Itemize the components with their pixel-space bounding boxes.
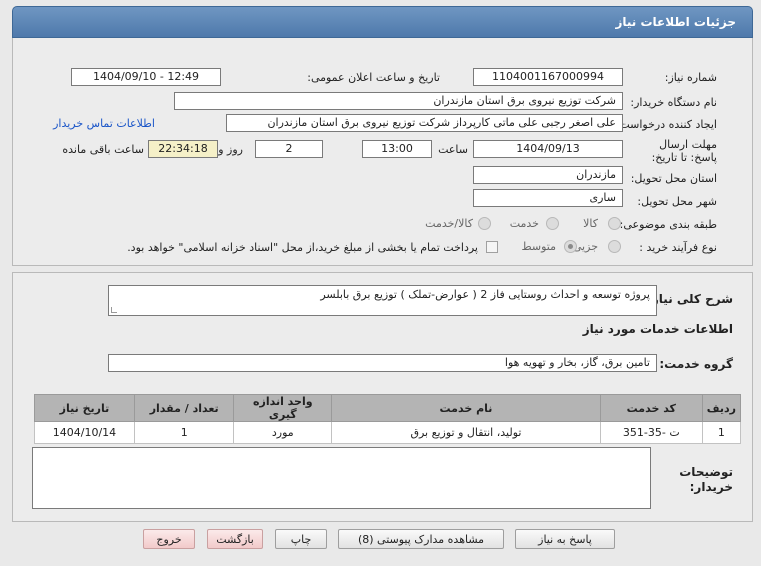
reply-button[interactable]: پاسخ به نیاز: [515, 529, 615, 549]
service-group-field[interactable]: تامین برق، گاز، بخار و تهویه هوا: [108, 354, 657, 372]
need-number-label: شماره نیاز:: [664, 71, 717, 84]
category-radio-goods-service[interactable]: [478, 217, 491, 230]
description-textarea[interactable]: پروژه توسعه و احداث روستایی فاز 2 ( عوار…: [108, 285, 657, 316]
buyer-contact-link[interactable]: اطلاعات تماس خریدار: [53, 117, 155, 130]
treasury-payment-checkbox[interactable]: [486, 241, 498, 253]
province-field[interactable]: مازندران: [473, 166, 623, 184]
deadline-label: مهلت ارسال پاسخ: تا تاریخ:: [651, 138, 717, 164]
buyer-org-field[interactable]: شرکت توزیع نیروی برق استان مازندران: [174, 92, 623, 110]
deadline-time-field[interactable]: 13:00: [362, 140, 432, 158]
city-label: شهر محل تحویل:: [637, 195, 717, 208]
cell-service-name: تولید، انتقال و توزیع برق: [331, 421, 601, 444]
creator-field[interactable]: علی اصغر رجبی علی ماتی کارپرداز شرکت توز…: [226, 114, 623, 132]
category-option-goods-service: کالا/خدمت: [425, 217, 473, 230]
resize-grip-icon[interactable]: [111, 307, 117, 313]
category-label: طبقه بندی موضوعی:: [619, 218, 717, 231]
announce-datetime-field[interactable]: 1404/09/10 - 12:49: [71, 68, 221, 86]
table-row[interactable]: 1 ت -35-351 تولید، انتقال و توزیع برق مو…: [34, 421, 742, 444]
print-button[interactable]: چاپ: [275, 529, 327, 549]
province-label: استان محل تحویل:: [630, 172, 717, 185]
process-radio-medium[interactable]: [564, 240, 577, 253]
col-service-code-header: کد خدمت: [599, 394, 703, 422]
col-unit-header: واحد اندازه گیری: [233, 394, 333, 422]
col-service-name-header: نام خدمت: [331, 394, 601, 422]
description-label: شرح کلی نیاز:: [647, 292, 733, 306]
view-attachments-button[interactable]: مشاهده مدارک پیوستی (8): [338, 529, 504, 549]
services-section-title: اطلاعات خدمات مورد نیاز: [582, 322, 733, 336]
category-option-service: خدمت: [509, 217, 539, 230]
city-field[interactable]: ساری: [473, 189, 623, 207]
deadline-time-label: ساعت: [438, 143, 468, 156]
treasury-payment-note: پرداخت تمام یا بخشی از مبلغ خرید،از محل …: [127, 241, 478, 254]
cell-quantity: 1: [133, 421, 235, 444]
announce-datetime-label: تاریخ و ساعت اعلان عمومی:: [307, 71, 440, 84]
service-group-label: گروه خدمت:: [659, 357, 733, 371]
remaining-time-label: ساعت باقی مانده: [62, 143, 144, 156]
deadline-date-field[interactable]: 1404/09/13: [473, 140, 623, 158]
process-radio-minor[interactable]: [608, 240, 621, 253]
process-type-label: نوع فرآیند خرید :: [639, 241, 717, 254]
col-quantity-header: تعداد / مقدار: [133, 394, 235, 422]
page-title: جزئیات اطلاعات نیاز: [615, 15, 736, 29]
page-header: جزئیات اطلاعات نیاز: [12, 6, 753, 38]
back-button[interactable]: بازگشت: [207, 529, 263, 549]
cell-unit: مورد: [233, 421, 333, 444]
buyer-notes-textarea[interactable]: [32, 447, 651, 509]
creator-label: ایجاد کننده درخواست:: [615, 118, 717, 131]
exit-button[interactable]: خروج: [143, 529, 195, 549]
category-option-goods: کالا: [583, 217, 598, 230]
buyer-notes-label-line2: خریدار:: [689, 480, 733, 494]
buyer-org-label: نام دستگاه خریدار:: [630, 96, 717, 109]
buyer-notes-label-line1: توضیحات: [679, 465, 733, 479]
days-label: روز و: [218, 143, 243, 156]
cell-need-date: 1404/10/14: [34, 421, 135, 444]
process-option-medium: متوسط: [521, 240, 556, 253]
remaining-time-field: 22:34:18: [148, 140, 218, 158]
description-text: پروژه توسعه و احداث روستایی فاز 2 ( عوار…: [320, 288, 650, 301]
services-table: ردیف کد خدمت نام خدمت واحد اندازه گیری ت…: [34, 394, 742, 444]
cell-service-code: ت -35-351: [599, 421, 703, 444]
need-number-field[interactable]: 1104001167000994: [473, 68, 623, 86]
category-radio-service[interactable]: [546, 217, 559, 230]
buyer-notes-label: توضیحات خریدار:: [679, 465, 733, 495]
col-need-date-header: تاریخ نیاز: [34, 394, 135, 422]
col-row-header: ردیف: [701, 394, 742, 422]
cell-row: 1: [701, 421, 742, 444]
table-header-row: ردیف کد خدمت نام خدمت واحد اندازه گیری ت…: [34, 394, 742, 422]
days-remaining-field[interactable]: 2: [255, 140, 323, 158]
category-radio-goods[interactable]: [608, 217, 621, 230]
